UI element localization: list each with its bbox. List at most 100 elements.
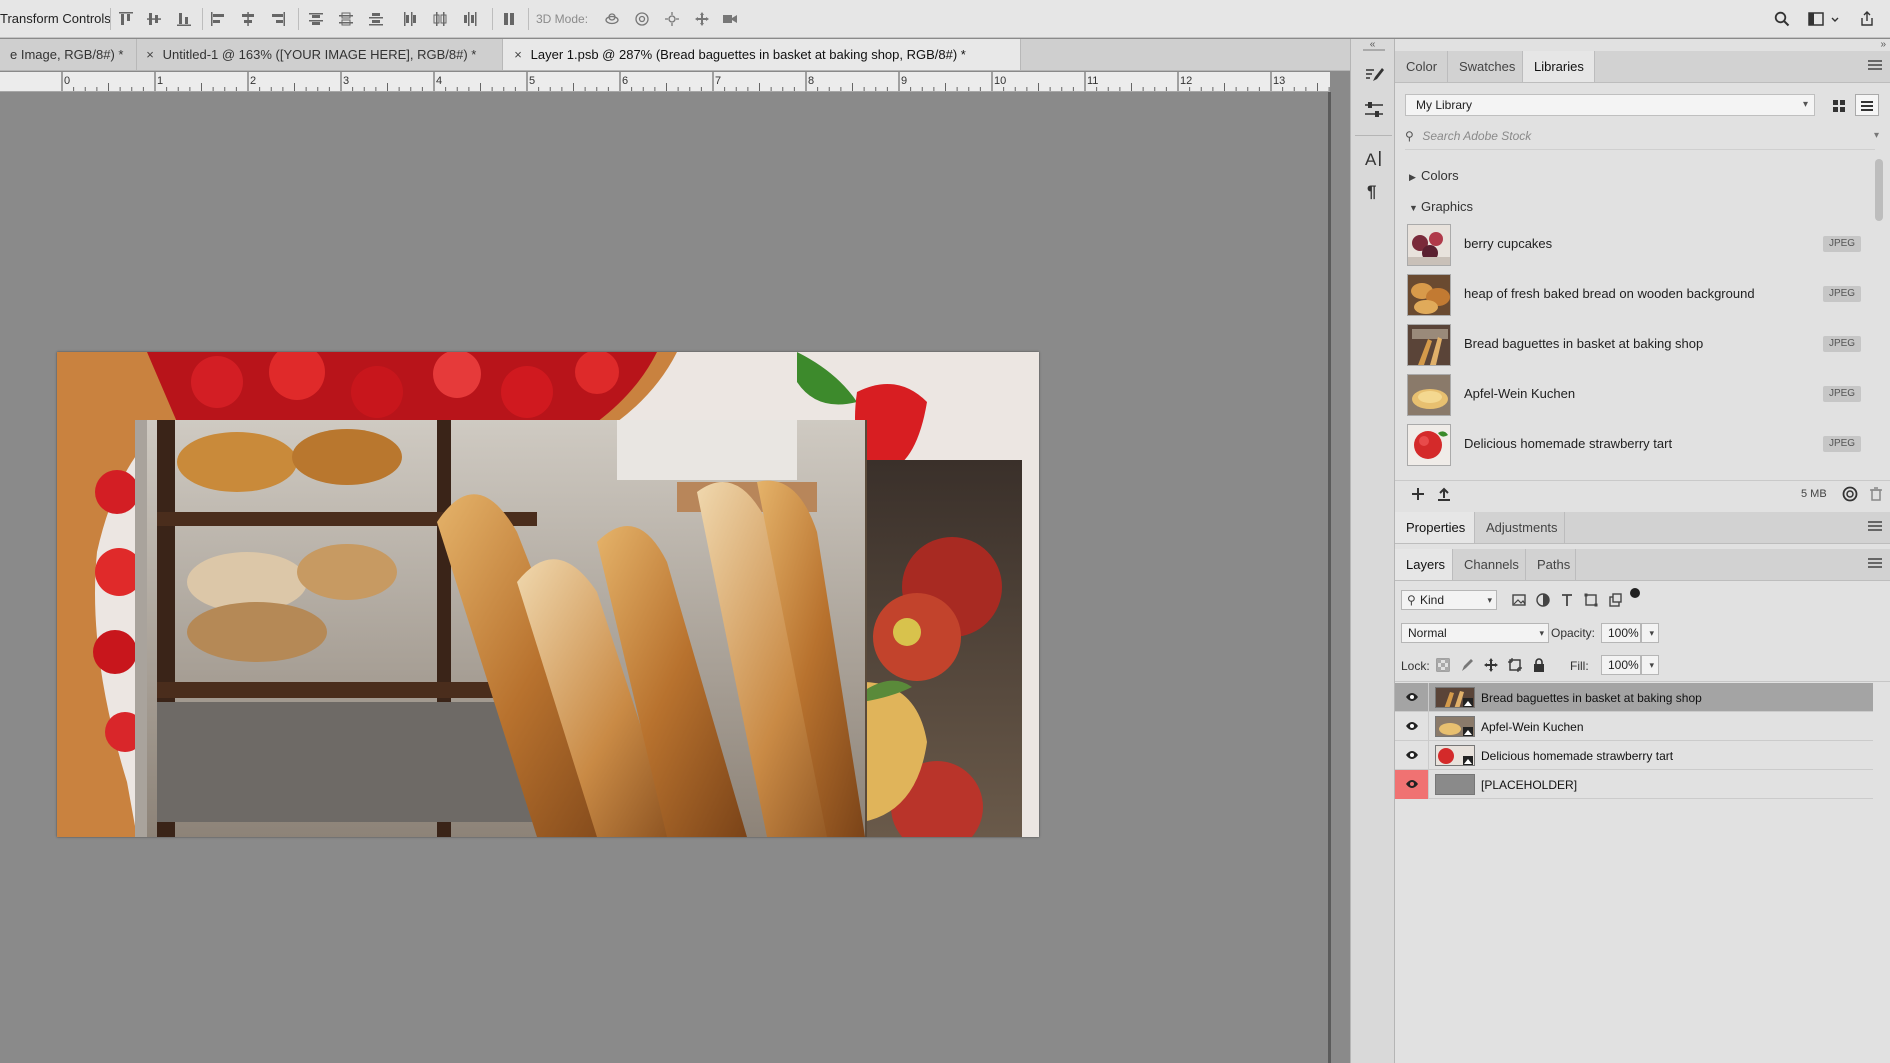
document-tab-2[interactable]: × Untitled-1 @ 163% ([YOUR IMAGE HERE], …	[137, 39, 503, 70]
3d-roll-icon[interactable]	[634, 11, 650, 27]
ruler-label: 5	[529, 75, 535, 87]
adjustment-layer-filter-icon[interactable]	[1535, 592, 1551, 608]
layer-thumbnail	[1435, 716, 1475, 737]
search-adobe-stock-input[interactable]: ⚲ Search Adobe Stock ▾	[1405, 125, 1879, 147]
distribute-left-icon[interactable]	[402, 11, 418, 27]
lock-transparent-pixels-icon[interactable]	[1435, 657, 1451, 673]
tab-label: Layers	[1406, 557, 1446, 572]
eye-icon	[1406, 751, 1418, 759]
library-scrollbar[interactable]	[1875, 159, 1883, 221]
document-image[interactable]	[57, 352, 1039, 837]
trash-icon[interactable]	[1867, 485, 1885, 503]
shape-layer-filter-icon[interactable]	[1583, 592, 1599, 608]
library-item[interactable]: berry cupcakes JPEG	[1407, 222, 1867, 268]
section-graphics[interactable]: ▼ Graphics	[1409, 199, 1473, 214]
search-icon[interactable]	[1774, 11, 1790, 27]
align-bottom-icon[interactable]	[176, 11, 192, 27]
sync-icon[interactable]	[1841, 485, 1859, 503]
section-colors[interactable]: ▶ Colors	[1409, 168, 1459, 183]
tab-libraries[interactable]: Libraries	[1523, 51, 1595, 82]
grid-view-button[interactable]	[1827, 94, 1851, 116]
distribute-right-icon[interactable]	[462, 11, 478, 27]
workspace-icon[interactable]	[1808, 11, 1824, 27]
tab-adjustments[interactable]: Adjustments	[1475, 512, 1565, 543]
brush-presets-icon[interactable]	[1363, 65, 1385, 87]
lock-position-icon[interactable]	[1483, 657, 1499, 673]
layer-visibility-toggle[interactable]	[1395, 712, 1429, 741]
brush-settings-icon[interactable]	[1363, 99, 1385, 121]
tab-swatches[interactable]: Swatches	[1448, 51, 1523, 82]
share-icon[interactable]	[1859, 11, 1875, 27]
opacity-input[interactable]: 100%	[1601, 623, 1641, 643]
opacity-dropdown-button[interactable]: ▾	[1641, 623, 1659, 643]
distribute-vertical-center-icon[interactable]	[338, 11, 354, 27]
distribute-bottom-icon[interactable]	[368, 11, 384, 27]
layer-row[interactable]: [PLACEHOLDER]	[1395, 770, 1873, 799]
blend-mode-select[interactable]: Normal ▾	[1401, 623, 1549, 643]
fill-input[interactable]: 100%	[1601, 655, 1641, 675]
svg-text:¶: ¶	[1367, 182, 1376, 201]
library-item[interactable]: Apfel-Wein Kuchen JPEG	[1407, 372, 1867, 418]
panel-menu-icon[interactable]	[1868, 558, 1882, 570]
layer-row[interactable]: Delicious homemade strawberry tart	[1395, 741, 1873, 770]
pixel-layer-filter-icon[interactable]	[1511, 592, 1527, 608]
tab-properties[interactable]: Properties	[1395, 512, 1475, 543]
smart-object-filter-icon[interactable]	[1607, 592, 1623, 608]
plus-icon[interactable]	[1409, 485, 1427, 503]
tab-paths[interactable]: Paths	[1526, 549, 1576, 580]
lock-image-pixels-icon[interactable]	[1459, 657, 1475, 673]
layer-visibility-toggle[interactable]	[1395, 683, 1429, 712]
layer-name: [PLACEHOLDER]	[1481, 778, 1578, 792]
tab-channels[interactable]: Channels	[1453, 549, 1526, 580]
type-layer-filter-icon[interactable]	[1559, 592, 1575, 608]
lock-all-icon[interactable]	[1531, 657, 1547, 673]
library-item[interactable]: Delicious homemade strawberry tart JPEG	[1407, 422, 1867, 468]
filter-toggle-icon[interactable]	[1629, 587, 1641, 599]
distribute-horizontal-center-icon[interactable]	[432, 11, 448, 27]
layer-visibility-toggle[interactable]	[1395, 741, 1429, 770]
distribute-top-icon[interactable]	[308, 11, 324, 27]
3d-pan-icon[interactable]	[664, 11, 680, 27]
panel-menu-icon[interactable]	[1868, 521, 1882, 533]
library-item[interactable]: Bread baguettes in basket at baking shop…	[1407, 322, 1867, 368]
document-tab-1[interactable]: e Image, RGB/8#) *	[0, 39, 137, 70]
3d-orbit-icon[interactable]	[604, 11, 620, 27]
close-tab-icon[interactable]: ×	[509, 39, 527, 70]
lock-artboard-icon[interactable]	[1507, 657, 1523, 673]
list-view-button[interactable]	[1855, 94, 1879, 116]
panel-menu-icon[interactable]	[1868, 60, 1882, 72]
ruler-label: 7	[715, 75, 721, 87]
auto-align-icon[interactable]	[502, 11, 518, 27]
search-icon: ⚲	[1405, 129, 1414, 143]
layer-row[interactable]: Apfel-Wein Kuchen	[1395, 712, 1873, 741]
align-horizontal-center-icon[interactable]	[240, 11, 256, 27]
document-tab-3-active[interactable]: × Layer 1.psb @ 287% (Bread baguettes in…	[503, 39, 1021, 70]
library-select[interactable]: My Library ▾	[1405, 94, 1815, 116]
expand-panels-icon[interactable]: »	[1880, 39, 1886, 50]
align-top-icon[interactable]	[118, 11, 134, 27]
ruler-ticks: 0 1 2 3 4 5 6 7 8 9 10 11 12 13	[61, 72, 1330, 91]
close-tab-icon[interactable]: ×	[141, 39, 159, 70]
tab-layers[interactable]: Layers	[1395, 549, 1453, 580]
fill-dropdown-button[interactable]: ▾	[1641, 655, 1659, 675]
align-right-icon[interactable]	[270, 11, 286, 27]
library-item[interactable]: heap of fresh baked bread on wooden back…	[1407, 272, 1867, 318]
collapse-dock-icon[interactable]: «	[1350, 39, 1395, 51]
character-icon[interactable]: A	[1363, 147, 1385, 169]
align-vertical-center-icon[interactable]	[146, 11, 162, 27]
chevron-down-icon[interactable]: ▾	[1874, 125, 1879, 147]
paragraph-icon[interactable]: ¶	[1363, 179, 1385, 201]
horizontal-ruler[interactable]: 0 1 2 3 4 5 6 7 8 9 10 11 12 13	[0, 72, 1330, 92]
layer-row-selected[interactable]: Bread baguettes in basket at baking shop	[1395, 683, 1873, 712]
align-left-icon[interactable]	[210, 11, 226, 27]
3d-slide-icon[interactable]	[694, 11, 710, 27]
transform-controls-label[interactable]: Transform Controls	[0, 11, 111, 26]
workspace-chevron-down-icon[interactable]	[1830, 11, 1840, 27]
3d-camera-icon[interactable]	[722, 11, 738, 27]
layer-filter-kind-select[interactable]: ⚲ Kind ▾	[1401, 590, 1497, 610]
ruler-label: 4	[436, 75, 442, 87]
layer-visibility-toggle[interactable]	[1395, 770, 1429, 799]
search-placeholder: Search Adobe Stock	[1422, 129, 1532, 143]
upload-icon[interactable]	[1435, 485, 1453, 503]
tab-color[interactable]: Color	[1395, 51, 1448, 82]
